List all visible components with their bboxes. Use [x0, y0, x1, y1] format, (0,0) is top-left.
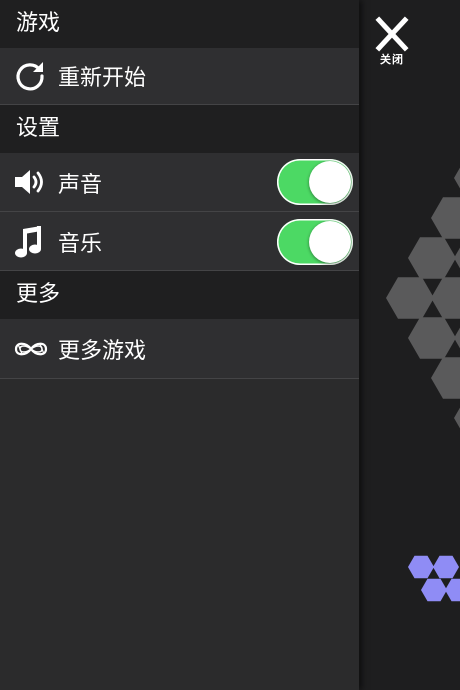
hex-cell: [431, 357, 460, 399]
hex-board: [386, 167, 460, 602]
section-header-more: 更多: [0, 271, 359, 319]
menu-item-restart[interactable]: 重新开始: [0, 48, 359, 105]
sound-toggle[interactable]: [277, 159, 353, 205]
section-title-more: 更多: [16, 282, 61, 307]
hex-piece-cell: [408, 555, 434, 579]
hex-piece-cell: [421, 578, 447, 602]
hex-cell: [454, 407, 460, 429]
section-header-settings: 设置: [0, 105, 359, 153]
side-menu-panel: 游戏 重新开始 设置 声音 音乐 更多 更多游戏: [0, 0, 359, 690]
menu-item-music: 音乐: [0, 212, 359, 271]
menu-item-label: 音乐: [58, 232, 103, 257]
infinity-link-icon: [14, 342, 48, 356]
close-label: 关闭: [380, 53, 404, 66]
menu-item-more-games[interactable]: 更多游戏: [0, 319, 359, 379]
section-header-game: 游戏: [0, 0, 359, 48]
refresh-icon: [16, 62, 44, 91]
hex-cell: [408, 237, 456, 279]
hex-cell: [431, 277, 460, 319]
music-toggle[interactable]: [277, 219, 353, 265]
hex-piece-cell: [445, 578, 460, 602]
hex-cell: [386, 277, 434, 319]
purple-hex-piece[interactable]: [408, 555, 460, 602]
gray-hex-cells: [386, 167, 460, 429]
hex-cell: [431, 197, 460, 239]
menu-item-label: 声音: [58, 173, 103, 198]
close-icon: [375, 16, 409, 52]
section-title-game: 游戏: [16, 11, 61, 36]
hex-piece-cell: [433, 555, 459, 579]
menu-item-label: 重新开始: [58, 66, 147, 91]
toggle-knob: [309, 221, 351, 263]
hex-cell: [408, 317, 456, 359]
menu-item-label: 更多游戏: [58, 339, 147, 364]
close-button[interactable]: 关闭: [370, 14, 414, 72]
menu-item-sound: 声音: [0, 153, 359, 212]
section-title-settings: 设置: [16, 116, 61, 141]
toggle-knob: [309, 161, 351, 203]
music-note-icon: [15, 226, 41, 258]
speaker-icon: [15, 170, 43, 194]
hex-cell: [454, 167, 460, 189]
